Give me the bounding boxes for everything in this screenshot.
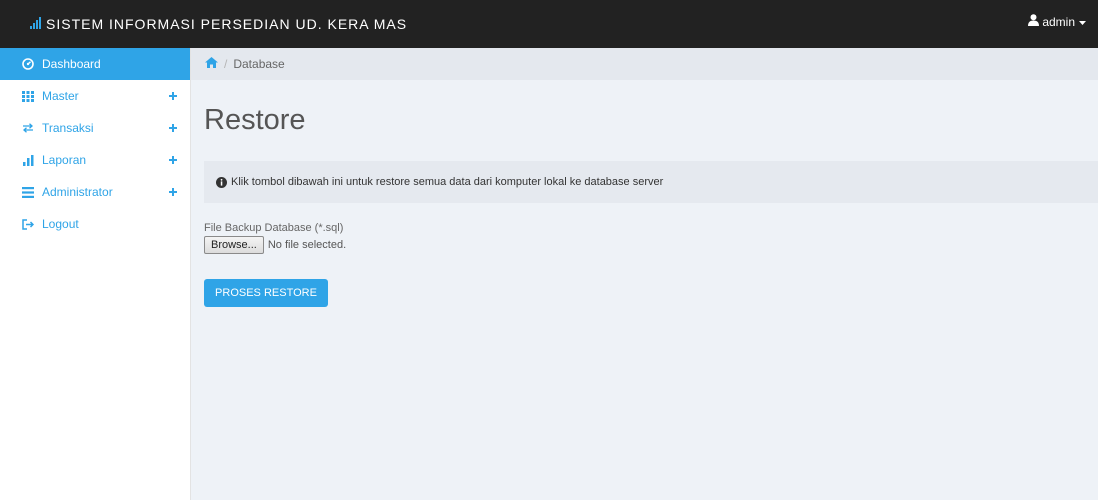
browse-button[interactable]: Browse... [204, 236, 264, 254]
main-content: / Database Restore Klik tombol dibawah i… [191, 48, 1098, 500]
expand-plus-icon[interactable] [166, 185, 180, 199]
list-icon [20, 184, 36, 200]
user-name: admin [1042, 14, 1075, 29]
chevron-down-icon [1079, 15, 1086, 29]
proses-restore-button[interactable]: PROSES RESTORE [204, 279, 328, 307]
sidebar: Dashboard Master Transaksi Laporan Admin… [0, 48, 191, 500]
file-input[interactable]: Browse... No file selected. [204, 236, 346, 254]
expand-plus-icon[interactable] [166, 121, 180, 135]
sidebar-item-label: Administrator [42, 185, 113, 199]
expand-plus-icon[interactable] [166, 89, 180, 103]
sidebar-item-master[interactable]: Master [0, 80, 190, 112]
breadcrumb-separator: / [224, 57, 228, 71]
sidebar-item-logout[interactable]: Logout [0, 208, 190, 240]
top-navbar: SISTEM INFORMASI PERSEDIAN UD. KERA MAS … [0, 0, 1098, 48]
breadcrumb: / Database [191, 48, 1098, 80]
bar-chart-icon [20, 152, 36, 168]
file-status: No file selected. [267, 239, 347, 251]
sidebar-item-label: Laporan [42, 153, 87, 167]
sidebar-item-transaksi[interactable]: Transaksi [0, 112, 190, 144]
app-brand[interactable]: SISTEM INFORMASI PERSEDIAN UD. KERA MAS [30, 13, 407, 35]
file-input-label: File Backup Database (*.sql) [204, 222, 344, 234]
breadcrumb-current: Database [233, 57, 285, 71]
bar-chart-icon [30, 16, 44, 32]
dashboard-icon [20, 56, 36, 72]
grid-icon [20, 88, 36, 104]
page-title: Restore [204, 104, 306, 136]
sidebar-item-dashboard[interactable]: Dashboard [0, 48, 190, 80]
exchange-icon [20, 120, 36, 136]
sidebar-item-label: Master [42, 89, 79, 103]
sidebar-item-laporan[interactable]: Laporan [0, 144, 190, 176]
logout-icon [20, 216, 36, 232]
home-icon[interactable] [205, 57, 218, 71]
sidebar-item-label: Transaksi [42, 121, 94, 135]
sidebar-item-label: Dashboard [42, 57, 101, 71]
app-title: SISTEM INFORMASI PERSEDIAN UD. KERA MAS [46, 16, 408, 32]
user-icon [1028, 14, 1040, 29]
info-alert: Klik tombol dibawah ini untuk restore se… [204, 161, 1098, 203]
sidebar-item-administrator[interactable]: Administrator [0, 176, 190, 208]
sidebar-item-label: Logout [42, 217, 79, 231]
info-text: Klik tombol dibawah ini untuk restore se… [231, 176, 664, 188]
user-menu[interactable]: admin [1028, 14, 1086, 29]
expand-plus-icon[interactable] [166, 153, 180, 167]
info-circle-icon [216, 176, 227, 188]
